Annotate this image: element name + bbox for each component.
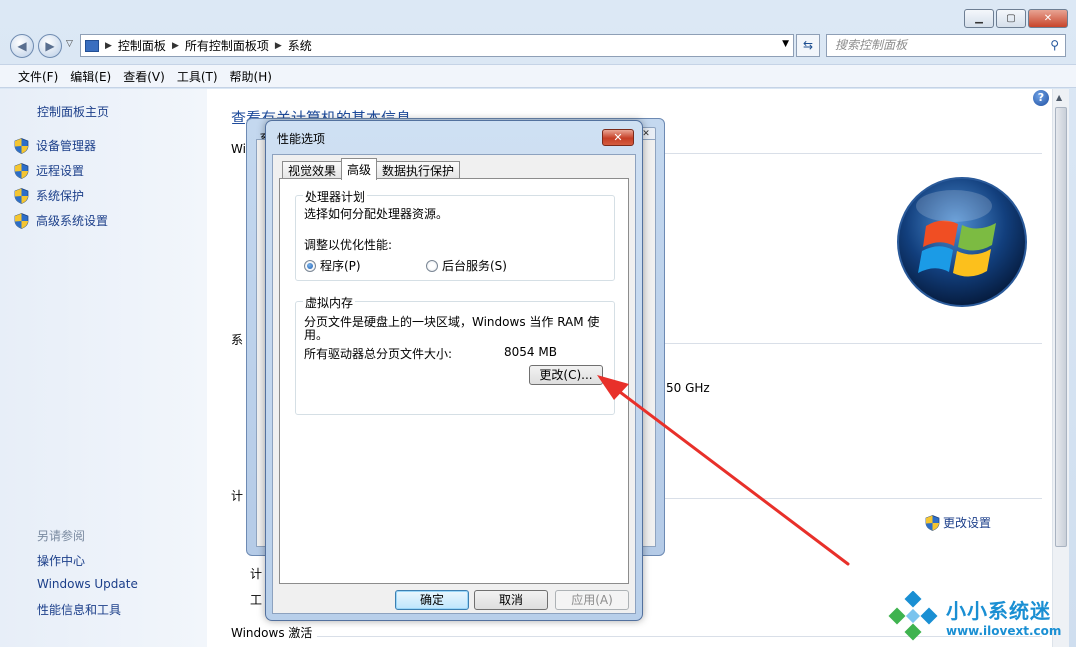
refresh-icon: ⇆ <box>802 38 814 52</box>
link-windows-update[interactable]: Windows Update <box>37 577 138 591</box>
dialog-body: 视觉效果 高级 数据执行保护 处理器计划 选择如何分配处理器资源。 调整以优化性… <box>272 154 636 614</box>
radio-background-services-label: 后台服务(S) <box>442 259 507 273</box>
change-virtual-memory-button[interactable]: 更改(C)... <box>529 365 603 385</box>
minimize-button[interactable]: ▁ <box>964 9 994 28</box>
menu-tools[interactable]: 工具(T) <box>171 68 224 85</box>
task-advanced-system-settings[interactable]: 高级系统设置 <box>14 212 108 229</box>
dialog-close-button[interactable]: ✕ <box>602 129 634 146</box>
task-advanced-system-settings-label: 高级系统设置 <box>36 214 109 228</box>
breadcrumb-control-panel[interactable]: 控制面板 <box>118 37 166 54</box>
uac-shield-icon <box>14 137 29 154</box>
processor-scheduling-group: 处理器计划 选择如何分配处理器资源。 调整以优化性能: 程序(P) 后台服务(S… <box>295 188 615 281</box>
processor-scheduling-legend: 处理器计划 <box>303 188 368 205</box>
uac-shield-icon <box>14 162 29 179</box>
breadcrumb-separator-icon[interactable]: ▶ <box>105 41 112 51</box>
control-panel-home-link[interactable]: 控制面板主页 <box>37 103 109 120</box>
cancel-button[interactable]: 取消 <box>474 590 548 610</box>
computer-name-heading-fragment: 计 <box>231 489 244 503</box>
total-paging-file-label: 所有驱动器总分页文件大小: <box>304 347 453 361</box>
search-placeholder: 搜索控制面板 <box>835 38 908 52</box>
search-input[interactable]: 搜索控制面板 ⚲ <box>826 34 1066 57</box>
address-field[interactable]: ▶ 控制面板 ▶ 所有控制面板项 ▶ 系统 ▼ <box>80 34 794 57</box>
scroll-up-arrow-icon[interactable]: ▲ <box>1056 93 1062 102</box>
refresh-button[interactable]: ⇆ <box>796 34 820 57</box>
link-performance-tools[interactable]: 性能信息和工具 <box>37 601 121 618</box>
apply-button: 应用(A) <box>555 590 629 610</box>
advanced-tab-panel: 处理器计划 选择如何分配处理器资源。 调整以优化性能: 程序(P) 后台服务(S… <box>279 178 629 584</box>
site-watermark: 小小系统迷 www.ilovext.com <box>886 588 1072 644</box>
address-bar-row: ◀ ▶ ▽ ▶ 控制面板 ▶ 所有控制面板项 ▶ 系统 ▼ ⇆ 搜索控制面板 ⚲ <box>0 33 1076 59</box>
forward-arrow-icon: ▶ <box>45 39 55 53</box>
watermark-logo-icon <box>888 591 938 641</box>
task-remote-settings-label: 远程设置 <box>36 164 85 178</box>
breadcrumb-separator-icon[interactable]: ▶ <box>172 41 179 51</box>
close-button[interactable]: ✕ <box>1028 9 1068 28</box>
radio-background-services[interactable]: 后台服务(S) <box>426 257 507 274</box>
address-dropdown-icon[interactable]: ▼ <box>782 39 789 49</box>
link-action-center[interactable]: 操作中心 <box>37 552 85 569</box>
breadcrumb-system[interactable]: 系统 <box>288 37 312 54</box>
radio-unselected-icon <box>426 259 438 272</box>
search-icon[interactable]: ⚲ <box>1050 35 1059 56</box>
back-button[interactable]: ◀ <box>10 34 34 58</box>
task-device-manager[interactable]: 设备管理器 <box>14 137 96 154</box>
vertical-scrollbar[interactable]: ▲ <box>1052 89 1069 647</box>
menu-bar: 文件(F) 编辑(E) 查看(V) 工具(T) 帮助(H) <box>0 64 1076 88</box>
system-heading-fragment: 系 <box>231 333 244 347</box>
windows-logo <box>897 177 1027 307</box>
radio-programs[interactable]: 程序(P) <box>304 257 361 274</box>
forward-button[interactable]: ▶ <box>38 34 62 58</box>
maximize-button[interactable]: ▢ <box>996 9 1026 28</box>
breadcrumb-separator-icon[interactable]: ▶ <box>275 41 282 51</box>
back-arrow-icon: ◀ <box>17 39 27 53</box>
uac-shield-icon <box>14 212 29 229</box>
virtual-memory-description-line1: 分页文件是硬盘上的一块区域，Windows 当作 RAM 使 <box>304 315 600 329</box>
dialog-title: 性能选项 <box>277 132 326 146</box>
workgroup-label-fragment: 工 <box>250 593 263 607</box>
total-paging-file-value: 8054 MB <box>504 345 557 359</box>
scrollbar-thumb[interactable] <box>1055 107 1067 547</box>
task-system-protection-label: 系统保护 <box>36 189 85 203</box>
radio-selected-icon <box>304 259 316 272</box>
watermark-url: www.ilovext.com <box>946 624 1062 638</box>
task-system-protection[interactable]: 系统保护 <box>14 187 84 204</box>
menu-edit[interactable]: 编辑(E) <box>64 68 117 85</box>
virtual-memory-description-line2: 用。 <box>304 328 329 342</box>
menu-help[interactable]: 帮助(H) <box>224 68 278 85</box>
performance-options-dialog: 性能选项 ✕ 视觉效果 高级 数据执行保护 处理器计划 选择如何分配处理器资源。… <box>265 120 643 621</box>
processor-scheduling-description: 选择如何分配处理器资源。 <box>304 207 449 221</box>
section-divider <box>647 153 1042 154</box>
help-icon[interactable]: ? <box>1033 90 1049 106</box>
windows-activation-heading: Windows 激活 <box>231 626 313 640</box>
task-remote-settings[interactable]: 远程设置 <box>14 162 84 179</box>
ok-button[interactable]: 确定 <box>395 590 469 610</box>
change-settings-link[interactable]: 更改设置 <box>925 514 991 531</box>
menu-view[interactable]: 查看(V) <box>117 68 171 85</box>
see-also-heading: 另请参阅 <box>37 529 86 543</box>
dialog-tabs: 视觉效果 高级 数据执行保护 <box>282 158 461 180</box>
computer-name-label-fragment: 计 <box>250 567 263 581</box>
virtual-memory-legend: 虚拟内存 <box>303 294 356 311</box>
control-panel-icon <box>85 39 99 52</box>
menu-file[interactable]: 文件(F) <box>12 68 64 85</box>
section-divider <box>647 498 1042 499</box>
radio-programs-label: 程序(P) <box>320 259 361 273</box>
adjust-performance-label: 调整以优化性能: <box>304 238 393 252</box>
section-divider <box>647 343 1042 344</box>
virtual-memory-group: 虚拟内存 分页文件是硬盘上的一块区域，Windows 当作 RAM 使 用。 所… <box>295 294 615 415</box>
breadcrumb-all-items[interactable]: 所有控制面板项 <box>185 37 269 54</box>
recent-pages-chevron-icon[interactable]: ▽ <box>66 39 73 49</box>
uac-shield-icon <box>925 514 940 531</box>
change-settings-label: 更改设置 <box>943 516 992 530</box>
tab-advanced[interactable]: 高级 <box>341 158 378 180</box>
windows-edition-heading-fragment: Wi <box>231 142 246 156</box>
left-task-pane: 控制面板主页 设备管理器 远程设置 系统保护 高级系统设置 另请参阅 操作中心 … <box>0 89 207 647</box>
uac-shield-icon <box>14 187 29 204</box>
task-device-manager-label: 设备管理器 <box>36 139 97 153</box>
window-controls: ▁ ▢ ✕ <box>964 9 1068 28</box>
processor-speed-fragment: 50 GHz <box>666 381 710 395</box>
watermark-site-name: 小小系统迷 <box>946 599 1051 623</box>
